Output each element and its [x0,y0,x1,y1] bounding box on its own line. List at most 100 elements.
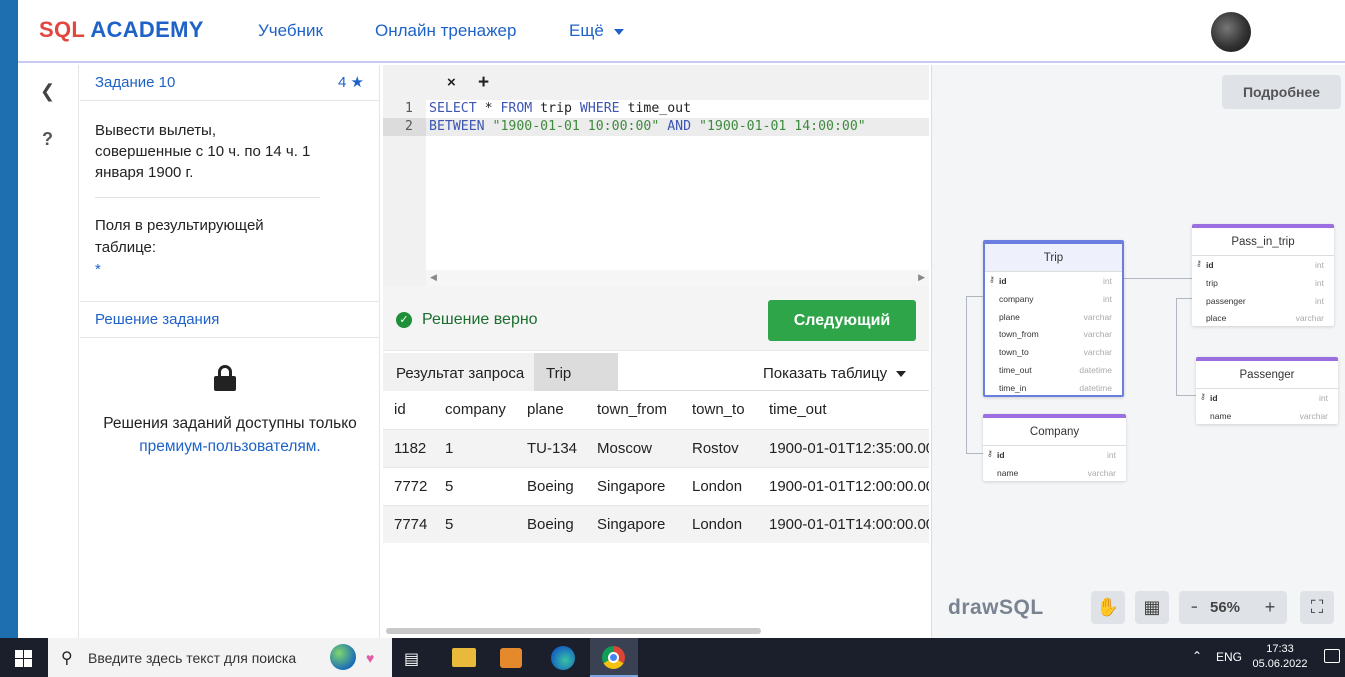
column-name: town_to [999,347,1029,358]
schema-column: passenger int [1192,292,1334,310]
logo-academy-text: ACADEMY [90,17,204,42]
avatar[interactable] [1211,12,1251,52]
chevron-left-icon[interactable]: ❮ [40,81,55,102]
chevron-up-icon[interactable]: ⌃ [1192,649,1202,663]
column-type: varchar [1083,347,1112,358]
editor-scrollbar[interactable]: ◀ ▶ [426,270,929,286]
column-type: varchar [1083,329,1112,340]
table-cell: Singapore [597,477,666,495]
relation-line [1124,278,1192,279]
editor-area: × + 1 2 SELECT * FROM trip WHERE time_ou… [383,65,929,638]
clock[interactable]: 17:33 05.06.2022 [1250,642,1310,672]
table-cell: 5 [445,515,454,533]
zoom-in-button[interactable]: + [1253,591,1287,624]
details-button[interactable]: Подробнее [1222,75,1341,109]
table-pass-in-trip[interactable]: Pass_in_trip ⚷ id int trip int passenger int pla… [1192,224,1334,326]
premium-notice: Решения заданий доступны только премиум-… [80,412,380,458]
code-line: SELECT * FROM trip WHERE time_out [426,100,929,118]
tab-query-result[interactable]: Результат запроса [383,353,534,391]
column-name: company [999,293,1034,304]
schema-column: name varchar [983,464,1126,482]
grid-icon[interactable]: ▦ [1135,591,1169,624]
taskbar-search[interactable]: ⚲ Введите здесь текст для поиска ♥ [48,638,392,677]
edge-icon[interactable] [551,646,575,670]
schema-column: town_from varchar [985,325,1122,343]
next-button[interactable]: Следующий [768,300,916,341]
column-type: int [1107,450,1116,460]
table-cell: 7772 [394,477,428,495]
solution-header[interactable]: Решение задания [80,301,380,338]
windows-start-icon[interactable] [15,650,32,667]
hand-icon[interactable]: ✋ [1091,591,1125,624]
premium-text: Решения заданий доступны только [103,415,357,432]
browser-page: SQL ACADEMY Учебник Онлайн тренажер Ещё … [18,0,1345,638]
result-table: id company plane town_from town_to time_out 1… [383,391,929,543]
chevron-down-icon [896,371,907,378]
file-explorer-icon[interactable] [452,648,476,667]
schema-column: ⚷ id int [983,446,1126,464]
add-tab-icon[interactable]: + [478,72,489,94]
column-header: time_out [769,401,827,419]
table-cell: 5 [445,477,454,495]
column-type: int [1319,393,1328,403]
zoom-level: 56% [1197,591,1253,624]
divider [95,197,320,198]
result-status-bar: ✓ Решение верно Следующий [383,286,929,351]
column-type: int [1103,276,1112,286]
help-icon[interactable]: ? [42,129,53,150]
close-tab-icon[interactable]: × [447,74,456,91]
scroll-left-icon[interactable]: ◀ [430,272,437,283]
sql-token: trip [532,101,580,116]
result-tabs: Результат запроса Trip Показать таблицу [383,353,929,391]
sql-token: * [476,101,501,116]
table-company[interactable]: Company ⚷ id int name varchar [983,414,1126,481]
premium-link[interactable]: премиум-пользователям. [139,438,320,455]
logo-sql-text: SQL [39,17,85,42]
schema-column: time_in datetime [985,379,1122,397]
table-passenger[interactable]: Passenger ⚷ id int name varchar [1196,357,1338,424]
difficulty-value: 4 [338,74,347,91]
chrome-taskbar-button[interactable] [590,638,638,677]
schema-column: time_out datetime [985,361,1122,379]
schema-table-title: Pass_in_trip [1192,228,1334,256]
key-icon: ⚷ [1200,392,1206,401]
table-trip[interactable]: Trip ⚷ id int company int plane varchar town_fro… [983,240,1124,397]
clock-time: 17:33 [1266,643,1294,655]
relation-line [966,296,983,297]
task-description: Вывести вылеты, совершенные с 10 ч. по 1… [95,122,311,181]
tab-trip[interactable]: Trip [534,353,618,391]
task-title: Задание 10 [95,74,176,91]
clock-date: 05.06.2022 [1252,658,1308,670]
icon-rail: ❮ ? [18,65,79,638]
key-icon: ⚷ [1196,259,1202,268]
nav-more[interactable]: Ещё [569,21,624,41]
schema-column: town_to varchar [985,343,1122,361]
key-icon: ⚷ [987,449,993,458]
chrome-icon [602,646,625,669]
fullscreen-icon[interactable]: ⛶ [1300,591,1334,624]
code-line: BETWEEN "1900-01-01 10:00:00" AND "1900-… [426,118,929,136]
nav-trainer[interactable]: Онлайн тренажер [375,21,516,41]
show-table-dropdown[interactable]: Показать таблицу [763,365,907,382]
relation-line [1176,395,1196,396]
sql-editor[interactable]: SELECT * FROM trip WHERE time_out BETWEE… [426,100,929,286]
column-type: varchar [1087,467,1116,478]
horizontal-scrollbar[interactable] [386,628,761,634]
media-player-icon[interactable] [500,648,522,668]
column-type: datetime [1079,382,1112,393]
table-cell: 1900-01-01T12:00:00.000Z [769,477,929,495]
relation-line [966,453,983,454]
scroll-right-icon[interactable]: ▶ [918,272,925,283]
column-name: plane [999,311,1020,322]
nav-tutorial[interactable]: Учебник [258,21,323,41]
language-indicator[interactable]: ENG [1216,650,1242,664]
table-cell: London [692,477,743,495]
notification-icon[interactable] [1324,649,1340,663]
key-icon: ⚷ [989,275,995,284]
solution-title: Решение задания [95,311,220,328]
task-view-icon[interactable]: ▤ [404,649,428,671]
table-cell: Boeing [527,477,574,495]
schema-diagram[interactable]: Подробнее Trip ⚷ id int company int plane varch… [931,65,1345,638]
logo[interactable]: SQL ACADEMY [39,17,204,43]
schema-column: ⚷ id int [1196,389,1338,407]
